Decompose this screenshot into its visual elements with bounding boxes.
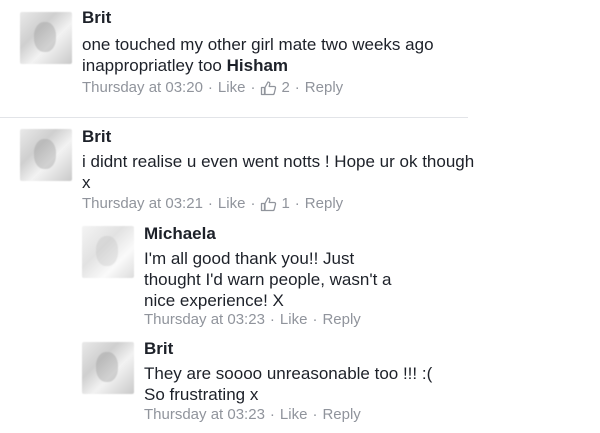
mention-tag[interactable]: Hisham: [227, 56, 288, 75]
comment-author[interactable]: Brit: [144, 339, 173, 359]
like-count[interactable]: 1: [281, 195, 289, 212]
timestamp[interactable]: Thursday at 03:20: [82, 79, 203, 96]
like-button[interactable]: Like: [280, 406, 308, 423]
timestamp[interactable]: Thursday at 03:23: [144, 406, 265, 423]
like-button[interactable]: Like: [218, 79, 246, 96]
comment-author[interactable]: Brit: [82, 8, 111, 28]
reply-comment: Brit They are soooo unreasonable too !!!…: [0, 333, 600, 433]
comment-meta: Thursday at 03:23 · Like · Reply: [144, 311, 361, 328]
reply-comment: Michaela I'm all good thank you!! Just t…: [0, 218, 600, 333]
thumbs-up-icon[interactable]: [260, 80, 277, 96]
comment-author[interactable]: Brit: [82, 127, 111, 147]
thumbs-up-icon[interactable]: [260, 196, 277, 212]
timestamp[interactable]: Thursday at 03:23: [144, 311, 265, 328]
comment-author[interactable]: Michaela: [144, 224, 216, 244]
reply-button[interactable]: Reply: [322, 311, 360, 328]
like-button[interactable]: Like: [280, 311, 308, 328]
comment-meta: Thursday at 03:21 · Like · 1 · Reply: [82, 195, 344, 212]
avatar[interactable]: [82, 226, 134, 278]
avatar[interactable]: [82, 342, 134, 394]
like-button[interactable]: Like: [218, 195, 246, 212]
avatar[interactable]: [20, 129, 72, 181]
comment: Brit i didnt realise u even went notts !…: [0, 118, 600, 218]
comment-meta: Thursday at 03:23 · Like · Reply: [144, 406, 361, 423]
avatar[interactable]: [20, 12, 72, 64]
like-count[interactable]: 2: [281, 79, 289, 96]
timestamp[interactable]: Thursday at 03:21: [82, 195, 203, 212]
reply-button[interactable]: Reply: [305, 195, 343, 212]
comment-text: They are soooo unreasonable too !!! :( S…: [144, 364, 433, 404]
comment-meta: Thursday at 03:20 · Like · 2 · Reply: [82, 79, 344, 96]
comment-text: one touched my other girl mate two weeks…: [82, 34, 442, 76]
comment: Brit one touched my other girl mate two …: [0, 0, 600, 110]
comment-text: i didnt realise u even went notts ! Hope…: [82, 152, 475, 192]
reply-button[interactable]: Reply: [322, 406, 360, 423]
reply-button[interactable]: Reply: [305, 79, 343, 96]
comment-text: I'm all good thank you!! Just thought I'…: [144, 249, 392, 310]
